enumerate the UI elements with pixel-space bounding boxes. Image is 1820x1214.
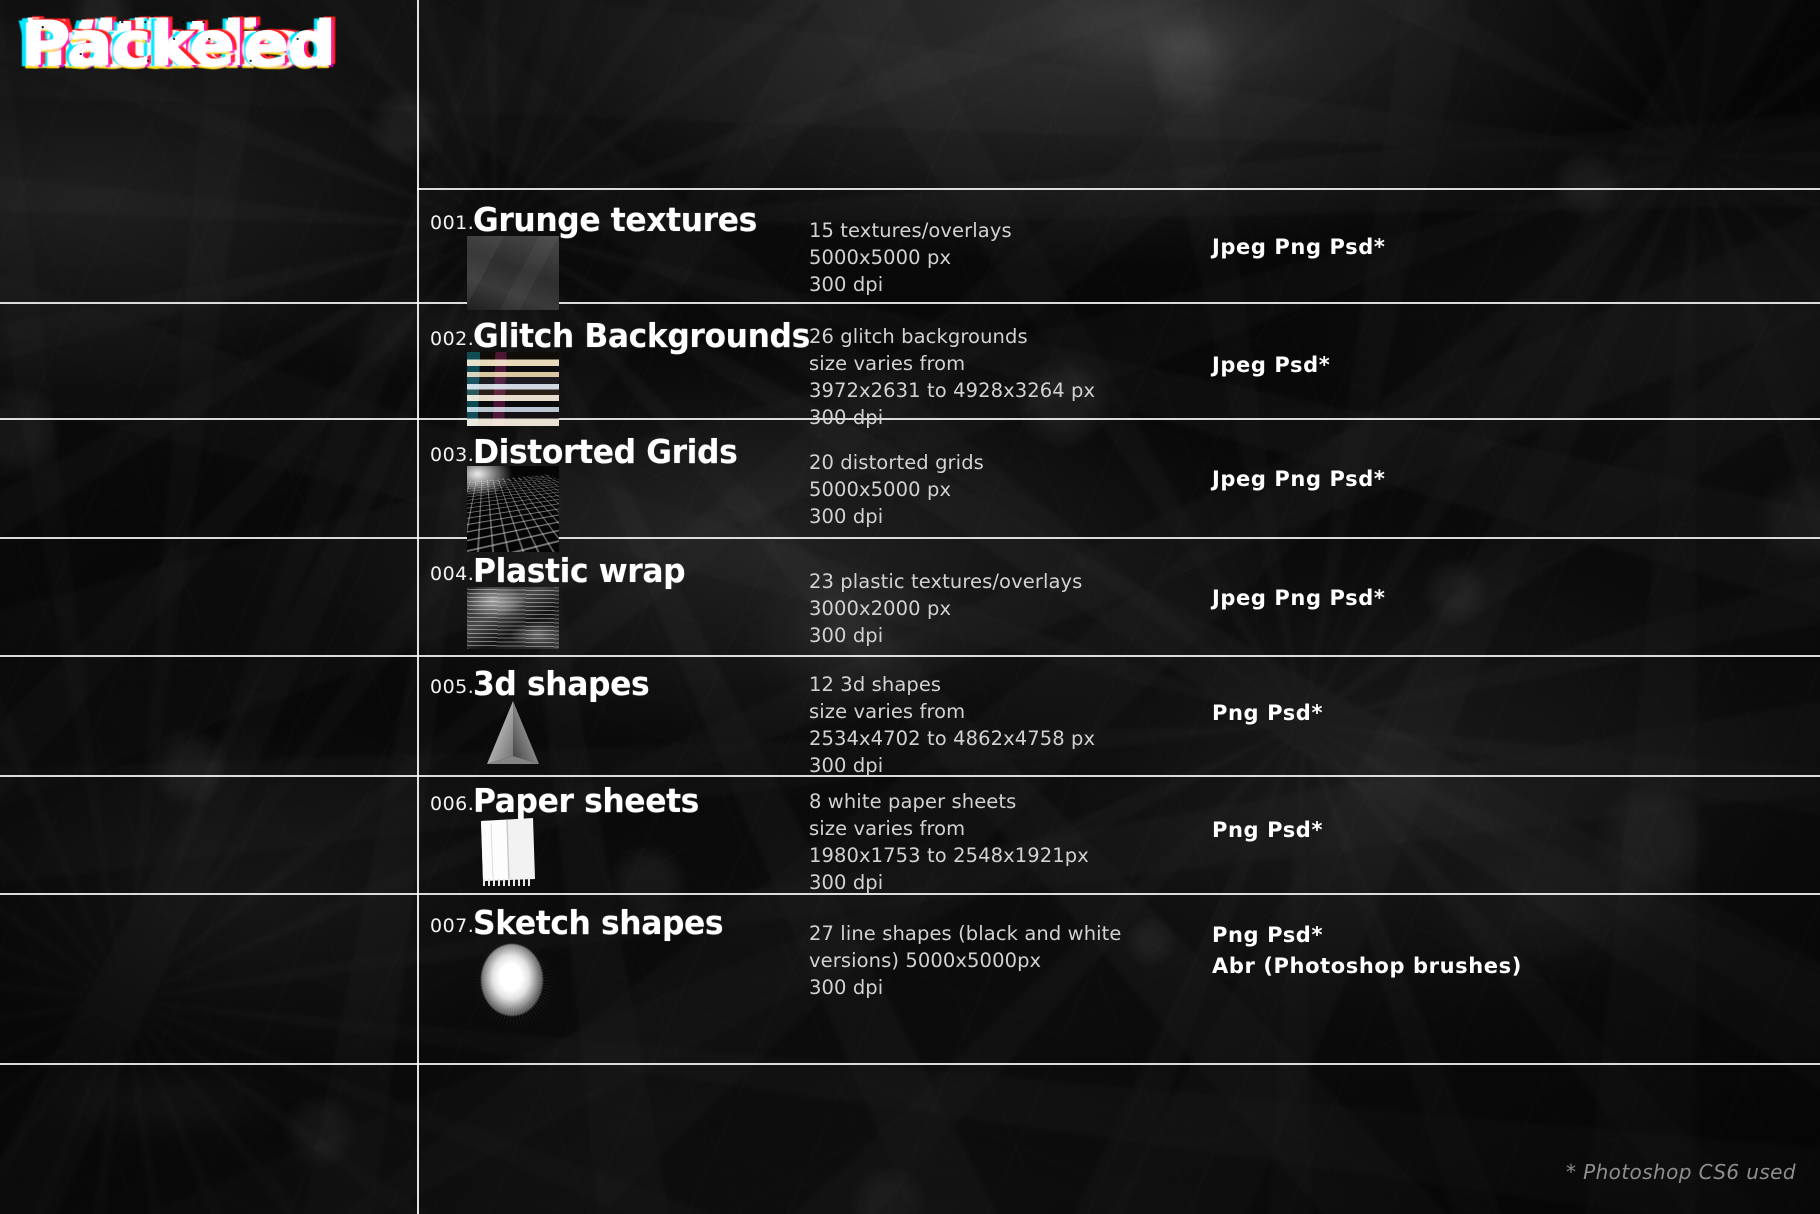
item-description: 26 glitch backgrounds size varies from 3… (809, 325, 1096, 429)
item-name: Plastic wrap (473, 551, 686, 590)
item-formats: Jpeg Png Psd* (1212, 467, 1386, 491)
item-formats: Png Psd* Abr (Photoshop brushes) (1212, 923, 1522, 978)
item-description: 12 3d shapes size varies from 2534x4702 … (809, 673, 1096, 777)
grunge-texture-thumbnail (467, 236, 559, 310)
item-name: Paper sheets (473, 781, 699, 820)
plastic-wrap-thumbnail (467, 587, 559, 649)
item-number: 007. (430, 915, 475, 937)
item-number: 001. (430, 212, 475, 234)
paper-sheet-icon (481, 818, 535, 886)
pyramid-thumbnail (467, 698, 559, 768)
row-divider-3 (0, 537, 1820, 539)
item-name: Glitch Backgrounds (473, 316, 810, 355)
item-formats: Jpeg Png Psd* (1212, 586, 1386, 610)
footnote: * Photoshop CS6 used (1565, 1160, 1796, 1184)
title-text-white: Pack (22, 2, 195, 86)
item-number: 006. (430, 793, 475, 815)
item-number: 003. (430, 444, 475, 466)
item-formats: Png Psd* (1212, 701, 1324, 725)
item-number: 002. (430, 328, 475, 350)
row-divider-top (417, 188, 1820, 190)
item-name: Distorted Grids (473, 432, 738, 471)
item-name: Sketch shapes (473, 903, 724, 942)
item-number: 004. (430, 563, 475, 585)
table-vertical-divider (417, 0, 419, 1214)
item-description: 20 distorted grids 5000x5000 px 300 dpi (809, 451, 984, 528)
item-name: Grunge textures (473, 200, 757, 239)
row-divider-bottom (0, 1063, 1820, 1065)
row-divider-1 (0, 302, 1820, 304)
item-name: 3d shapes (473, 664, 650, 703)
item-number: 005. (430, 676, 475, 698)
item-formats: Jpeg Psd* (1212, 353, 1331, 377)
item-formats: Png Psd* (1212, 818, 1324, 842)
pack-contents-table: 001. Grunge textures 15 textures/overlay… (0, 0, 1820, 1214)
row-divider-4 (0, 655, 1820, 657)
item-description: 23 plastic textures/overlays 3000x2000 p… (809, 570, 1083, 647)
item-description: 15 textures/overlays 5000x5000 px 300 dp… (809, 219, 1012, 296)
item-formats: Jpeg Png Psd* (1212, 235, 1386, 259)
paper-sheet-thumbnail (467, 815, 559, 891)
item-description: 27 line shapes (black and white versions… (809, 922, 1122, 999)
item-description: 8 white paper sheets size varies from 19… (809, 790, 1089, 894)
distorted-grid-thumbnail (467, 466, 559, 552)
sketch-shape-thumbnail (467, 937, 567, 1029)
glitch-background-thumbnail (467, 352, 559, 426)
pyramid-icon (487, 701, 539, 764)
